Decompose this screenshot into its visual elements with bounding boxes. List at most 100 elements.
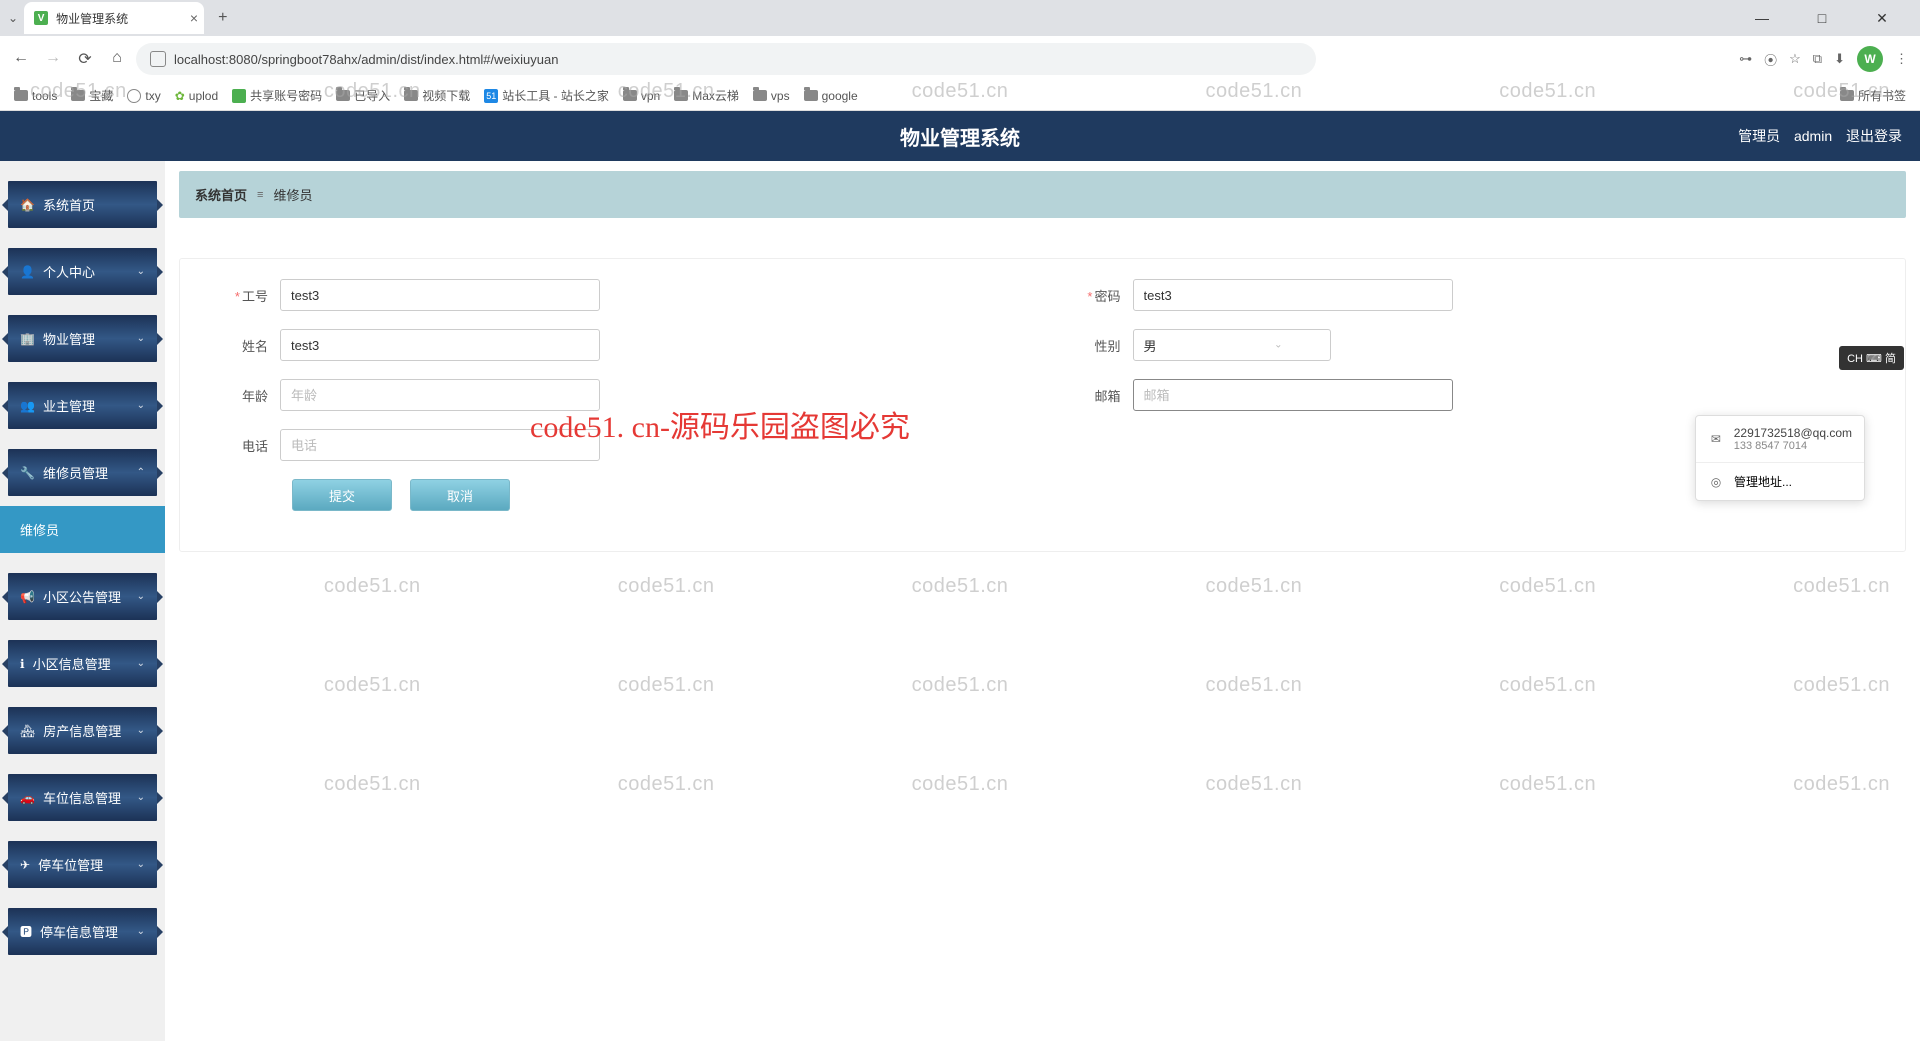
cancel-button[interactable]: 取消 [410, 479, 510, 511]
sidebar-subitem-repairman[interactable]: 维修员 [0, 506, 165, 553]
sidebar-item-repair[interactable]: 🔧维修员管理⌃ [8, 449, 157, 496]
maximize-icon[interactable]: □ [1802, 10, 1842, 27]
bookmark-item[interactable]: 51站长工具 - 站长之家 [484, 87, 609, 104]
new-tab-button[interactable]: + [210, 9, 235, 27]
window-controls: — □ ✕ [1742, 10, 1912, 27]
chevron-down-icon: ⌄ [137, 792, 145, 803]
sidebar-item-property[interactable]: 🏢物业管理⌄ [8, 315, 157, 362]
info-icon: ℹ [20, 657, 25, 671]
sidebar: 🏠系统首页 👤个人中心⌄ 🏢物业管理⌄ 👥业主管理⌄ 🔧维修员管理⌃ 维修员 📢… [0, 161, 165, 1041]
chevron-down-icon: ⌄ [137, 926, 145, 937]
tab-dropdown-icon[interactable]: ⌄ [8, 11, 18, 25]
label-xingming: 姓名 [220, 336, 280, 355]
back-icon[interactable]: ← [12, 49, 30, 69]
label-gonghao: *工号 [220, 286, 280, 305]
chevron-down-icon: ⌄ [137, 266, 145, 277]
close-icon[interactable]: × [190, 10, 198, 26]
browser-tab[interactable]: V 物业管理系统 × [24, 2, 204, 34]
wrench-icon: 🔧 [20, 466, 35, 480]
url-text: localhost:8080/springboot78ahx/admin/dis… [174, 52, 558, 67]
bookmark-item[interactable]: txy [127, 89, 160, 103]
password-icon[interactable]: ⊶ [1739, 51, 1752, 67]
bookmark-item[interactable]: google [804, 89, 858, 103]
dianhua-input[interactable] [280, 429, 600, 461]
xingbie-select[interactable] [1133, 329, 1331, 361]
site-info-icon[interactable] [150, 51, 166, 67]
nianling-input[interactable] [280, 379, 600, 411]
chevron-down-icon: ⌄ [137, 400, 145, 411]
sidebar-item-home[interactable]: 🏠系统首页 [8, 181, 157, 228]
sidebar-item-label: 物业管理 [43, 329, 95, 348]
bookmark-item[interactable]: tools [14, 89, 57, 103]
bookmark-item[interactable]: vpn [623, 89, 660, 103]
sidebar-item-community[interactable]: ℹ 小区信息管理 ⌄ [8, 640, 157, 687]
bookmark-item[interactable]: ✿uplod [175, 89, 218, 103]
tab-bar: ⌄ V 物业管理系统 × + — □ ✕ [0, 0, 1920, 36]
logout-link[interactable]: 退出登录 [1846, 128, 1902, 144]
chevron-down-icon: ⌄ [137, 859, 145, 870]
sidebar-item-label: 停车信息管理 [40, 922, 118, 941]
menu-icon[interactable]: ⋮ [1895, 51, 1908, 67]
autofill-phone: 133 8547 7014 [1734, 440, 1852, 452]
minimize-icon[interactable]: — [1742, 10, 1782, 27]
mail-icon: ✉ [1708, 431, 1724, 447]
submit-button[interactable]: 提交 [292, 479, 392, 511]
home-icon[interactable]: ⌂ [108, 49, 126, 69]
extensions-icon[interactable]: ⧉ [1813, 51, 1822, 67]
bookmark-item[interactable]: 视频下载 [404, 87, 470, 104]
close-window-icon[interactable]: ✕ [1862, 10, 1902, 27]
sidebar-item-label: 房产信息管理 [43, 721, 121, 740]
sidebar-item-parking[interactable]: 🅿停车信息管理⌄ [8, 908, 157, 955]
xingming-input[interactable] [280, 329, 600, 361]
profile-avatar[interactable]: W [1857, 46, 1883, 72]
user-icon: 👤 [20, 265, 35, 279]
bookmark-item[interactable]: 宝藏 [71, 87, 113, 104]
sidebar-item-estate[interactable]: 🏘房产信息管理⌄ [8, 707, 157, 754]
star-icon[interactable]: ☆ [1789, 51, 1801, 67]
sidebar-item-owner[interactable]: 👥业主管理⌄ [8, 382, 157, 429]
sidebar-item-label: 维修员管理 [43, 463, 108, 482]
sidebar-item-label: 小区信息管理 [33, 654, 111, 673]
browser-chrome: ⌄ V 物业管理系统 × + — □ ✕ ← → ⟳ ⌂ localhost:8… [0, 0, 1920, 111]
user-role: 管理员 [1738, 128, 1780, 144]
bookmark-item[interactable]: 共享账号密码 [232, 87, 322, 104]
label-dianhua: 电话 [220, 436, 280, 455]
chrome-icon: ◎ [1708, 474, 1724, 490]
autofill-manage[interactable]: ◎ 管理地址... [1696, 462, 1864, 500]
url-input[interactable]: localhost:8080/springboot78ahx/admin/dis… [136, 43, 1316, 75]
app-header: 物业管理系统 管理员 admin 退出登录 [0, 111, 1920, 161]
breadcrumb-current: 维修员 [273, 185, 312, 204]
translate-icon[interactable]: ⦿ [1764, 50, 1777, 69]
sidebar-item-parkinfo[interactable]: 🚗 车位信息管理 ⌄ [8, 774, 157, 821]
sidebar-item-label: 停车位管理 [38, 855, 103, 874]
bookmark-all[interactable]: 所有书签 [1840, 87, 1906, 104]
sidebar-item-announce[interactable]: 📢小区公告管理⌄ [8, 573, 157, 620]
bookmark-item[interactable]: 已导入 [336, 87, 390, 104]
tab-title: 物业管理系统 [56, 10, 128, 27]
address-bar: ← → ⟳ ⌂ localhost:8080/springboot78ahx/a… [0, 36, 1920, 81]
youxiang-input[interactable] [1133, 379, 1453, 411]
sidebar-item-label: 车位信息管理 [43, 788, 121, 807]
autofill-popup: ✉ 2291732518@qq.com 133 8547 7014 ◎ 管理地址… [1695, 415, 1865, 501]
reload-icon[interactable]: ⟳ [76, 49, 94, 69]
bookmark-item[interactable]: Max云梯 [674, 87, 739, 104]
car-icon: 🚗 [20, 791, 35, 805]
breadcrumb-home[interactable]: 系统首页 [195, 185, 247, 204]
building-icon: 🏢 [20, 332, 35, 346]
bookmark-item[interactable]: vps [753, 89, 790, 103]
gonghao-input[interactable] [280, 279, 600, 311]
label-mima: *密码 [1073, 286, 1133, 305]
sidebar-item-profile[interactable]: 👤 个人中心 ⌄ [8, 248, 157, 295]
download-icon[interactable]: ⬇ [1834, 51, 1845, 67]
mima-input[interactable] [1133, 279, 1453, 311]
main-area: 系统首页 ≡ 维修员 *工号 姓名 年龄 [165, 161, 1920, 1041]
autofill-manage-label: 管理地址... [1734, 473, 1792, 490]
ime-indicator[interactable]: CH ⌨ 简 [1839, 346, 1904, 370]
home-icon: 🏠 [20, 198, 35, 212]
favicon-icon: V [34, 11, 48, 25]
sidebar-item-parkspace[interactable]: ✈停车位管理⌄ [8, 841, 157, 888]
forward-icon[interactable]: → [44, 49, 62, 69]
chevron-down-icon: ⌄ [137, 658, 145, 669]
autofill-suggestion[interactable]: ✉ 2291732518@qq.com 133 8547 7014 [1696, 416, 1864, 462]
sidebar-item-label: 个人中心 [43, 262, 95, 281]
